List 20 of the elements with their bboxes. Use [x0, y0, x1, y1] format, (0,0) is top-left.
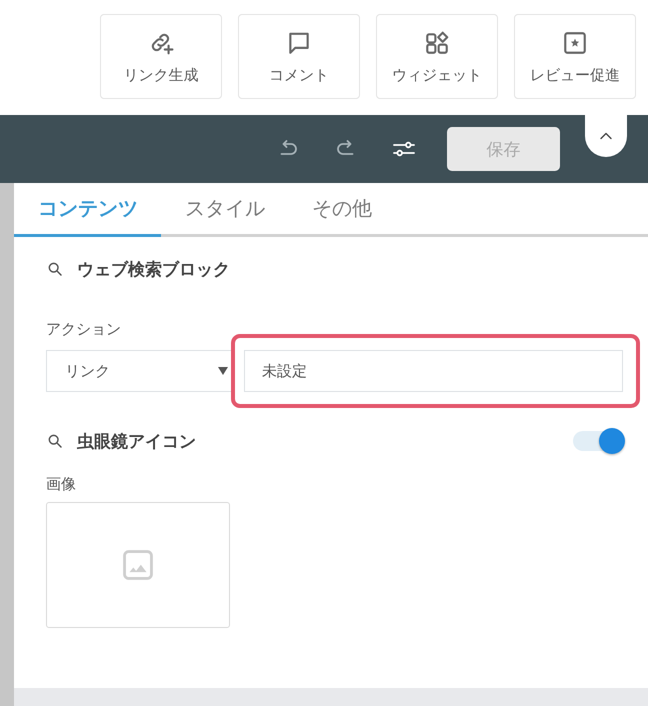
search-icon [47, 261, 63, 277]
section-heading: 虫眼鏡アイコン [77, 430, 196, 452]
field-label: 画像 [46, 474, 76, 494]
shapes-grid-icon [424, 30, 450, 56]
tab[interactable]: スタイル [161, 183, 288, 237]
toolbar-button[interactable]: コメント [238, 14, 360, 99]
caret-down-icon [218, 367, 228, 375]
toolbar-button[interactable]: ウィジェット [376, 14, 498, 99]
image-upload-field[interactable] [46, 502, 230, 628]
toolbar-button[interactable]: レビュー促進 [514, 14, 636, 99]
tab[interactable]: その他 [288, 183, 395, 237]
field-label: アクション [46, 319, 121, 339]
search-icon [47, 433, 63, 449]
collapse-button[interactable] [585, 115, 627, 157]
image-icon [121, 548, 155, 582]
star-square-icon [562, 30, 588, 56]
toolbar-button[interactable]: リンク生成 [100, 14, 222, 99]
section-heading: ウェブ検索ブロック [77, 258, 230, 280]
toggle-switch[interactable] [573, 428, 625, 454]
link-input[interactable]: 未設定 [244, 350, 623, 392]
